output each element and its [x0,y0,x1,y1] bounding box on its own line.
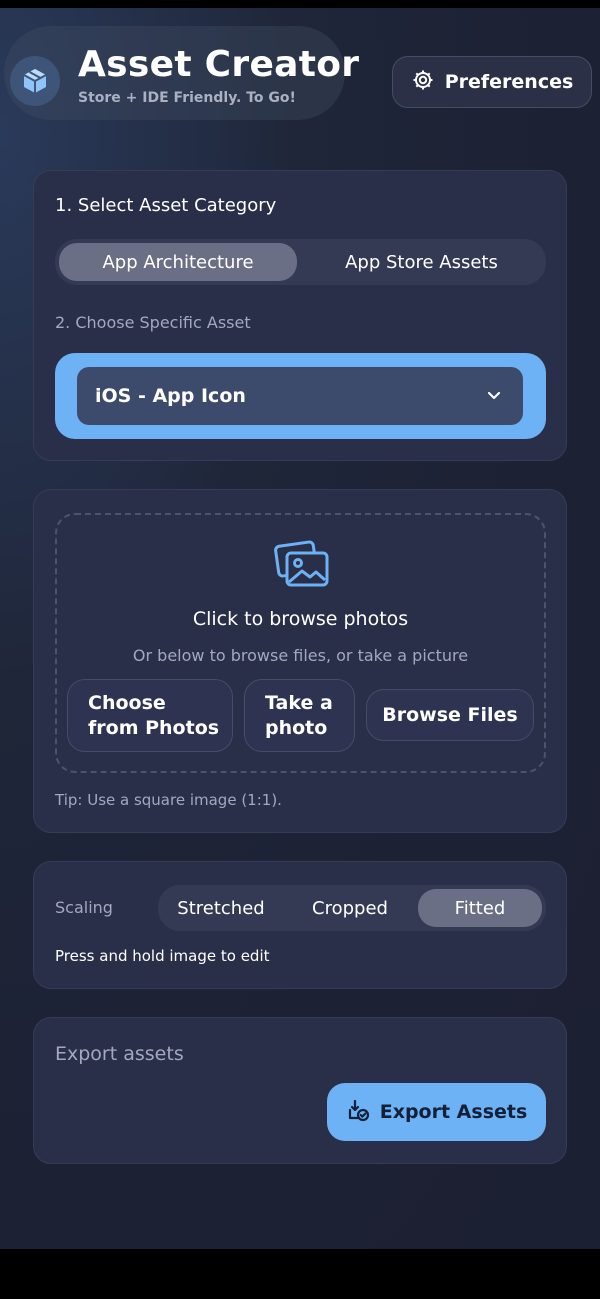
browse-files-button[interactable]: Browse Files [366,689,534,741]
category-heading: 1. Select Asset Category [55,195,277,216]
gear-icon [411,68,435,97]
cube-icon [10,56,60,106]
dropzone-subtitle: Or below to browse files, or take a pict… [132,646,469,665]
category-card: 1. Select Asset Category App Architectur… [33,170,567,461]
category-segmented-control: App Architecture App Store Assets [55,239,546,285]
upload-card: Click to browse photos Or below to brows… [33,489,567,833]
scaling-label: Scaling [55,898,113,917]
preferences-label: Preferences [444,71,574,93]
export-assets-button[interactable]: Export Assets [327,1083,546,1141]
scaling-option-fitted[interactable]: Fitted [418,889,542,927]
scaling-segmented-control: Stretched Cropped Fitted [158,885,546,931]
photos-icon [274,538,330,592]
upload-tip: Tip: Use a square image (1:1). [55,791,282,809]
export-heading: Export assets [55,1043,184,1065]
tab-app-store-assets[interactable]: App Store Assets [301,243,542,281]
scaling-option-stretched[interactable]: Stretched [162,889,280,927]
asset-select[interactable]: iOS - App Icon [77,367,523,425]
scaling-card: Scaling Stretched Cropped Fitted Press a… [33,861,567,989]
preferences-button[interactable]: Preferences [392,56,592,108]
scaling-option-cropped[interactable]: Cropped [288,889,412,927]
app-subtitle: Store + IDE Friendly. To Go! [78,90,296,106]
export-icon [346,1098,370,1127]
asset-select-focus-ring: iOS - App Icon [55,353,546,439]
asset-select-value: iOS - App Icon [95,385,246,407]
photo-dropzone[interactable]: Click to browse photos Or below to brows… [55,513,546,773]
app-screen: Asset Creator Store + IDE Friendly. To G… [0,8,600,1249]
dropzone-title: Click to browse photos [192,608,409,630]
chevron-down-icon [485,386,503,409]
export-card: Export assets Export Assets [33,1017,567,1164]
choose-from-photos-button[interactable]: Choose from Photos [67,679,233,752]
export-button-label: Export Assets [379,1101,528,1123]
app-title: Asset Creator [78,44,360,85]
tab-app-architecture[interactable]: App Architecture [59,243,297,281]
scaling-hint: Press and hold image to edit [55,947,270,965]
specific-asset-heading: 2. Choose Specific Asset [55,313,251,332]
take-photo-button[interactable]: Take a photo [244,679,355,752]
